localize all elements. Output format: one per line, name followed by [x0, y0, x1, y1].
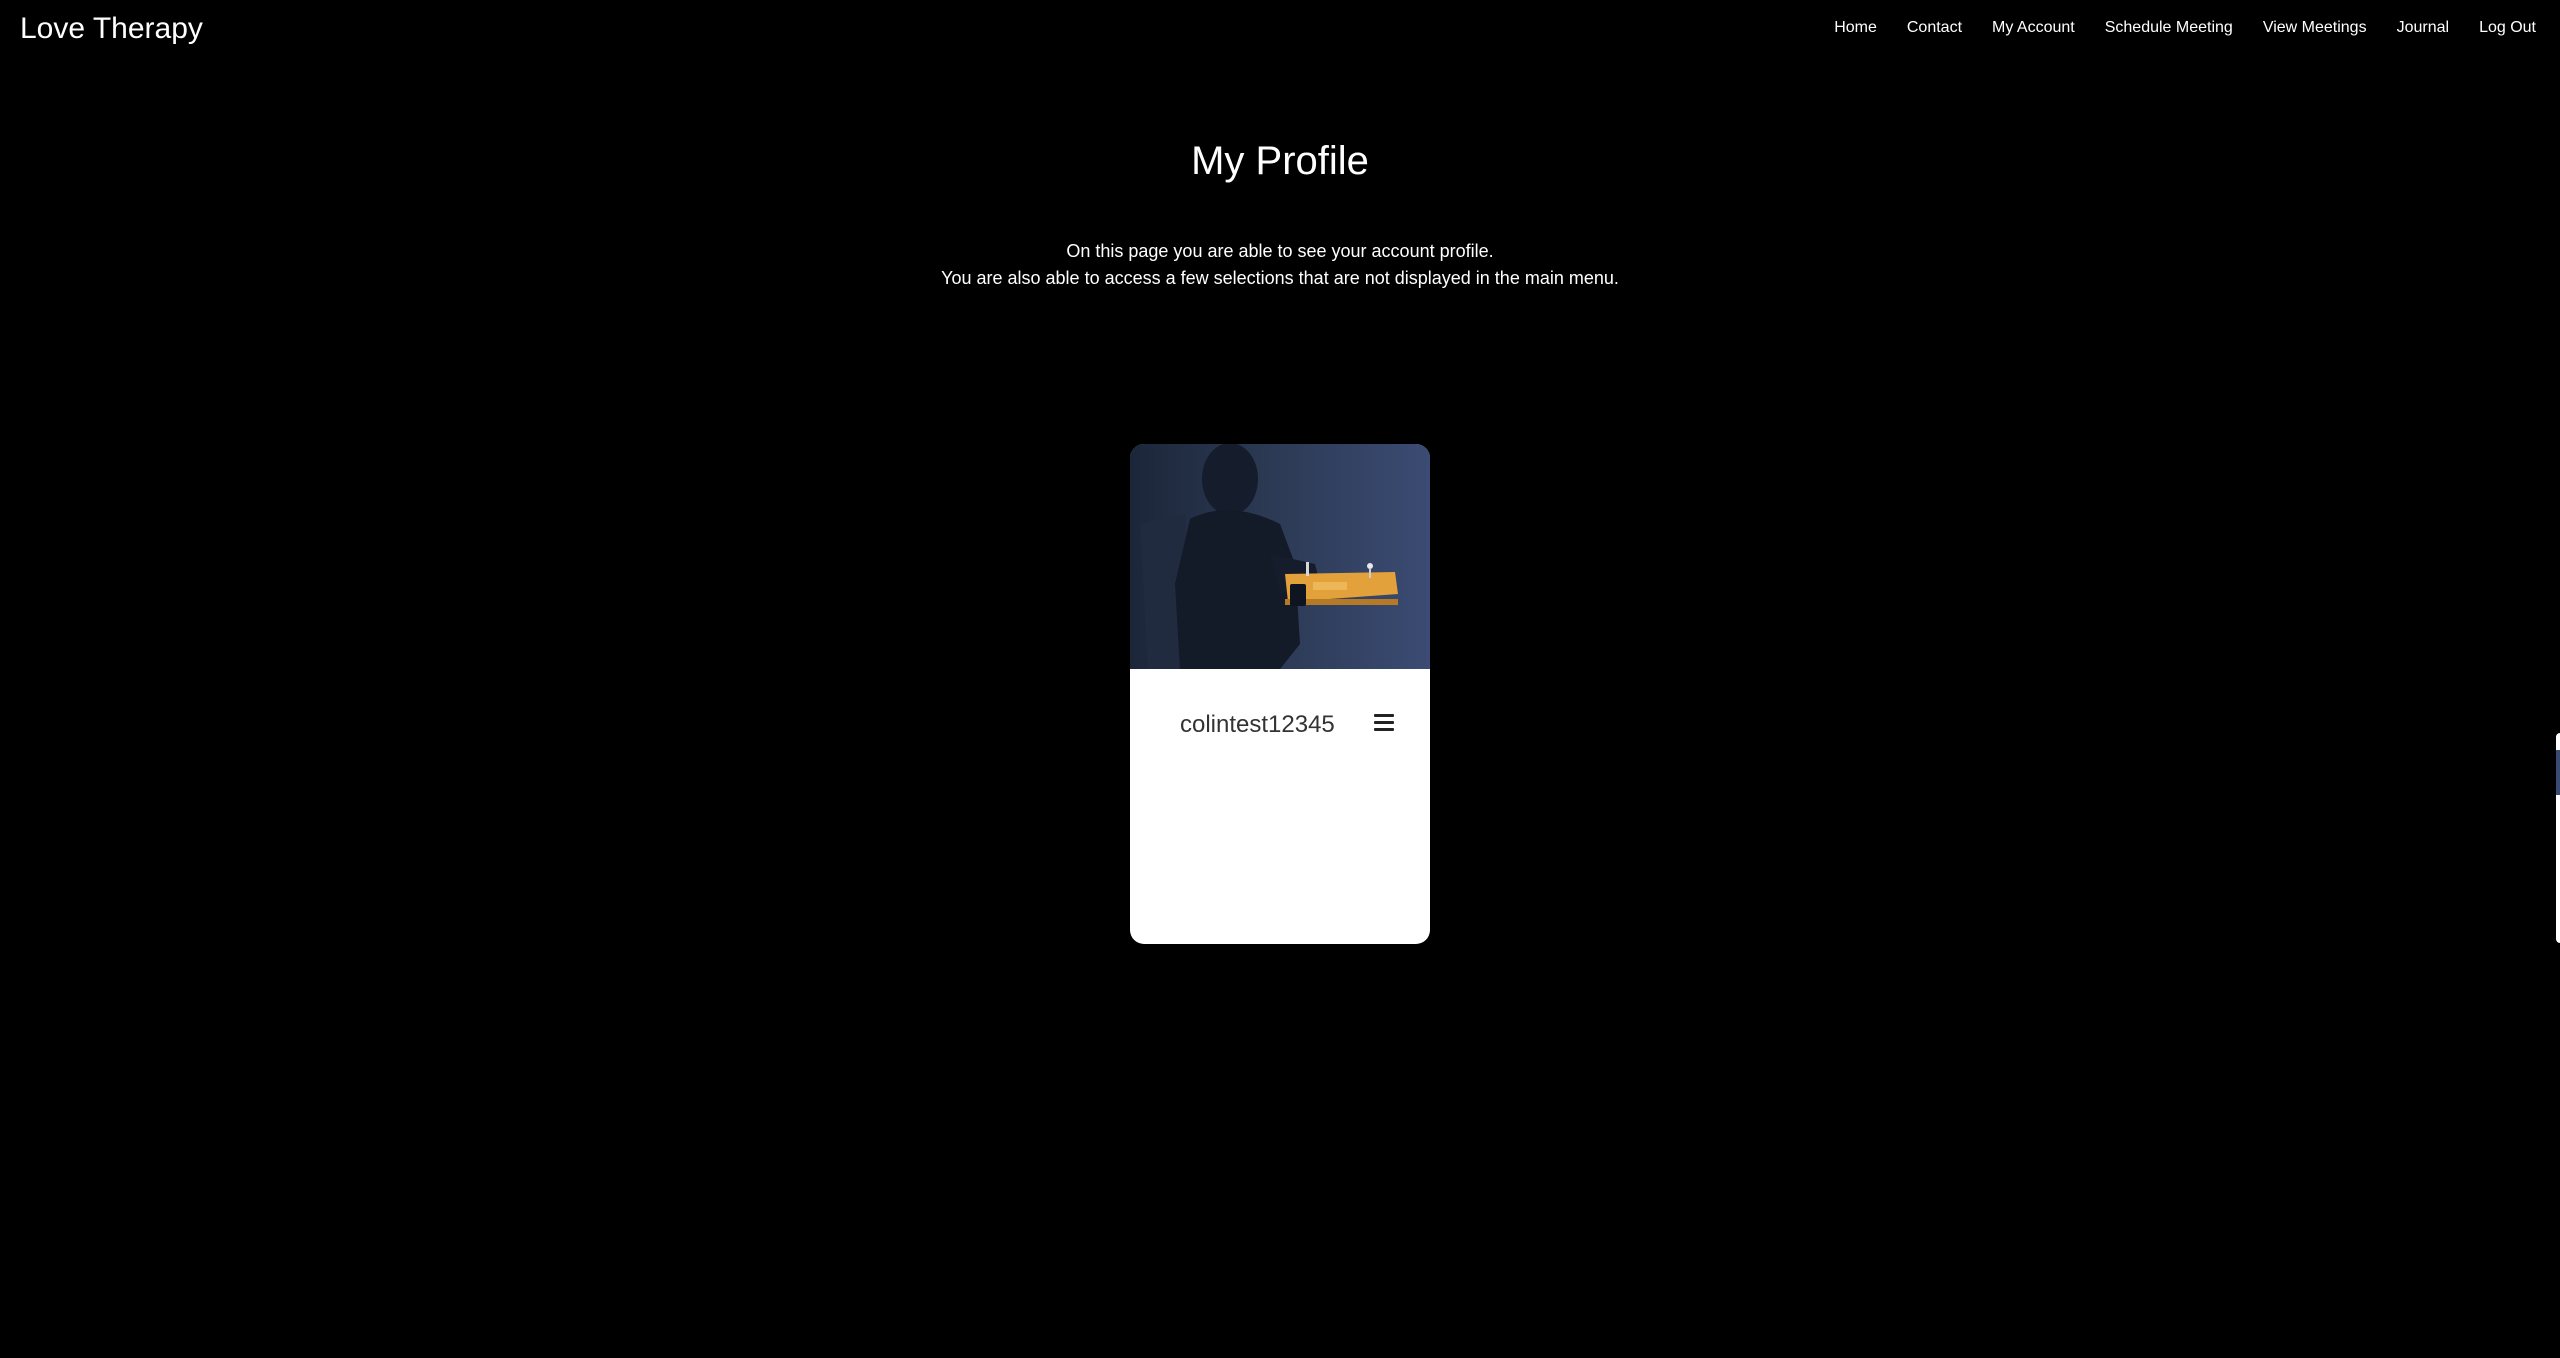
profile-card: colintest12345: [1130, 444, 1430, 944]
nav-log-out[interactable]: Log Out: [2479, 19, 2536, 37]
profile-username: colintest12345: [1180, 711, 1335, 738]
profile-card-body: colintest12345: [1130, 669, 1430, 944]
person-at-desk-illustration: [1130, 444, 1430, 669]
nav-view-meetings[interactable]: View Meetings: [2263, 19, 2367, 37]
nav-links: Home Contact My Account Schedule Meeting…: [1804, 19, 2536, 37]
brand-logo-link[interactable]: Love Therapy: [20, 12, 203, 46]
hamburger-menu-icon[interactable]: [1372, 711, 1398, 737]
top-navbar: Love Therapy Home Contact My Account Sch…: [0, 0, 2560, 60]
nav-schedule-meeting[interactable]: Schedule Meeting: [2105, 19, 2233, 37]
intro-line-1: On this page you are able to see your ac…: [1066, 241, 1494, 261]
nav-my-account[interactable]: My Account: [1992, 19, 2075, 37]
intro-line-2: You are also able to access a few select…: [941, 268, 1619, 288]
nav-journal[interactable]: Journal: [2397, 19, 2449, 37]
nav-contact[interactable]: Contact: [1907, 19, 1962, 37]
page-title: My Profile: [1191, 139, 1369, 183]
side-panel-edge-accent: [2556, 750, 2560, 795]
intro-text: On this page you are able to see your ac…: [0, 238, 2560, 292]
nav-home[interactable]: Home: [1834, 19, 1877, 37]
profile-cover-image: [1130, 444, 1430, 669]
